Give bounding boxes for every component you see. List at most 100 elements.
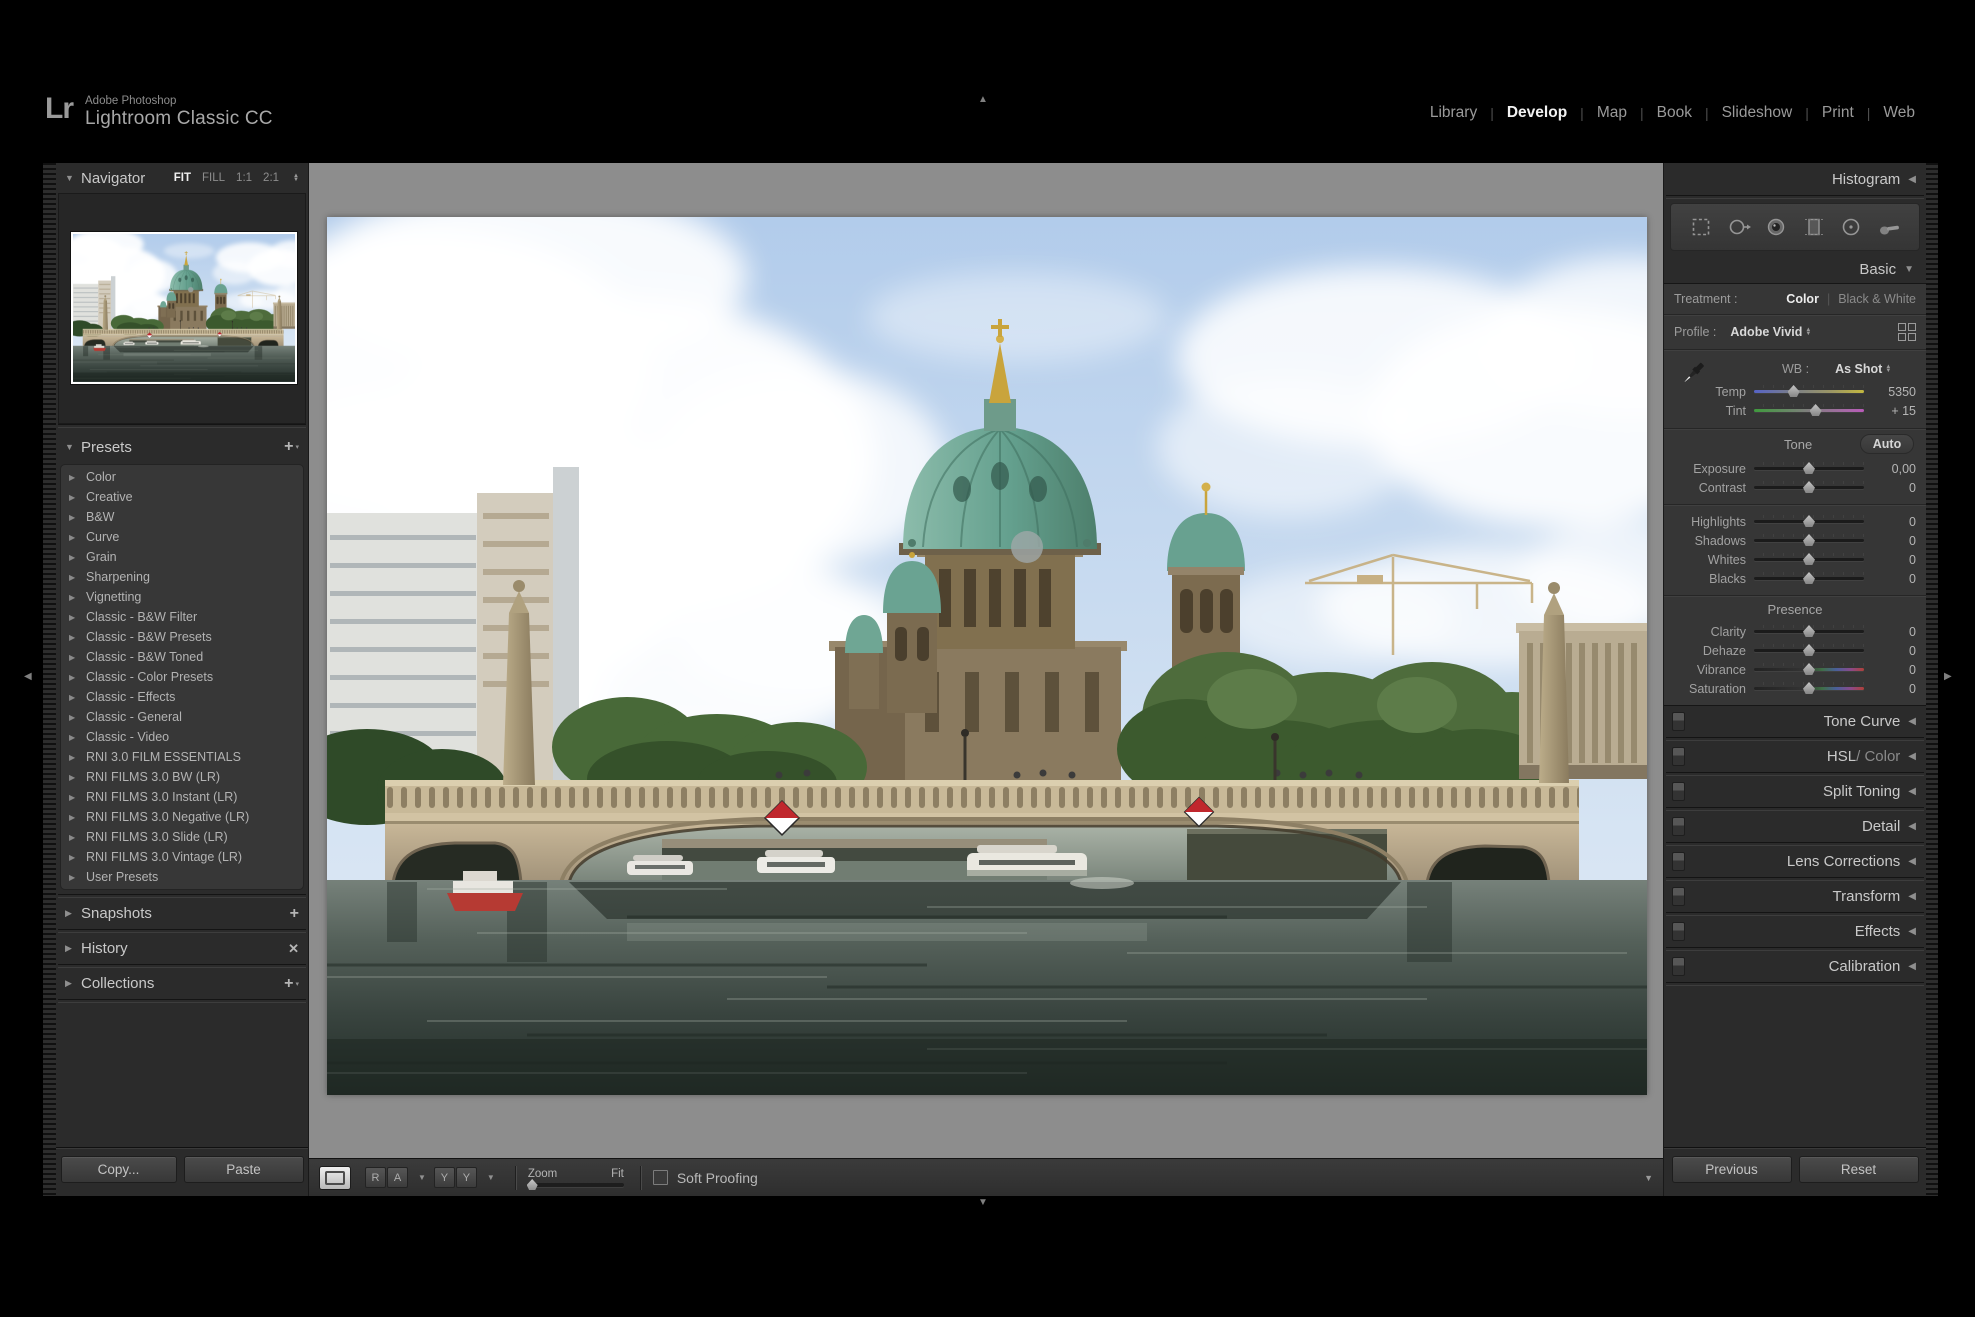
collapse-icon[interactable]: ▶ xyxy=(65,943,81,954)
add-collection-icon[interactable]: + xyxy=(284,977,293,991)
transform-panel-header[interactable]: Transform ◀ xyxy=(1664,881,1926,912)
expand-icon[interactable]: ▶ xyxy=(69,733,86,742)
collapse-icon[interactable]: ◀ xyxy=(1908,174,1916,185)
reference-view-button[interactable]: R xyxy=(365,1167,386,1188)
collapse-icon[interactable]: ◀ xyxy=(1908,926,1916,937)
preset-folder[interactable]: ▶ User Presets xyxy=(61,867,303,887)
preset-folder[interactable]: ▶ Grain xyxy=(61,547,303,567)
panel-toggle-switch[interactable] xyxy=(1672,922,1685,941)
expand-icon[interactable]: ▶ xyxy=(69,793,86,802)
module-book[interactable]: Book xyxy=(1644,104,1705,122)
expand-icon[interactable]: ▶ xyxy=(69,773,86,782)
expand-icon[interactable]: ▶ xyxy=(69,753,86,762)
collapse-left-panel-arrow[interactable]: ◀ xyxy=(24,672,32,682)
crop-overlay-icon[interactable] xyxy=(1686,212,1716,242)
module-slideshow[interactable]: Slideshow xyxy=(1709,104,1806,122)
preset-folder[interactable]: ▶ Classic - B&W Filter xyxy=(61,607,303,627)
preset-folder[interactable]: ▶ RNI FILMS 3.0 Instant (LR) xyxy=(61,787,303,807)
saturation-slider[interactable] xyxy=(1754,687,1864,690)
radial-filter-icon[interactable] xyxy=(1836,212,1866,242)
paste-button[interactable]: Paste xyxy=(184,1156,304,1183)
preset-menu-caret-icon[interactable]: ▾ xyxy=(295,443,299,451)
clarity-slider[interactable] xyxy=(1754,630,1864,633)
expand-icon[interactable]: ▶ xyxy=(69,513,86,522)
zoom-stepper-icon[interactable]: ▲▼ xyxy=(293,174,299,182)
wb-stepper-icon[interactable]: ▲▼ xyxy=(1885,365,1891,373)
preset-folder[interactable]: ▶ RNI FILMS 3.0 Negative (LR) xyxy=(61,807,303,827)
zoom-fill[interactable]: FILL xyxy=(202,172,225,184)
before-after-buttons[interactable]: R A xyxy=(365,1167,408,1188)
module-map[interactable]: Map xyxy=(1584,104,1640,122)
preset-folder[interactable]: ▶ RNI FILMS 3.0 BW (LR) xyxy=(61,767,303,787)
vibrance-slider[interactable] xyxy=(1754,668,1864,671)
zoom-fit[interactable]: FIT xyxy=(174,172,191,184)
panel-toggle-switch[interactable] xyxy=(1672,747,1685,766)
preset-folder[interactable]: ▶ RNI FILMS 3.0 Vintage (LR) xyxy=(61,847,303,867)
basic-panel-header[interactable]: Basic ▼ xyxy=(1664,255,1926,283)
panel-toggle-switch[interactable] xyxy=(1672,817,1685,836)
temp-slider[interactable] xyxy=(1754,390,1864,393)
loupe-view-button[interactable] xyxy=(319,1166,351,1190)
panel-toggle-switch[interactable] xyxy=(1672,712,1685,731)
calibration-panel-header[interactable]: Calibration ◀ xyxy=(1664,951,1926,982)
auto-tone-button[interactable]: Auto xyxy=(1860,434,1914,454)
fit-label[interactable]: Fit xyxy=(611,1168,624,1180)
preset-folder[interactable]: ▶ Classic - B&W Presets xyxy=(61,627,303,647)
adjustment-brush-icon[interactable] xyxy=(1874,212,1904,242)
expand-icon[interactable]: ▶ xyxy=(69,493,86,502)
toolbar-options-caret-icon[interactable]: ▼ xyxy=(1644,1173,1653,1183)
preset-folder[interactable]: ▶ Sharpening xyxy=(61,567,303,587)
treatment-color-option[interactable]: Color xyxy=(1786,292,1819,306)
expand-icon[interactable]: ▶ xyxy=(69,573,86,582)
effects-panel-header[interactable]: Effects ◀ xyxy=(1664,916,1926,947)
panel-toggle-switch[interactable] xyxy=(1672,852,1685,871)
collapse-icon[interactable]: ▼ xyxy=(65,442,81,452)
wb-value[interactable]: As Shot xyxy=(1835,362,1882,376)
show-filmstrip-arrow[interactable]: ▼ xyxy=(978,1198,988,1208)
compare-caret-icon[interactable]: ▼ xyxy=(487,1173,495,1182)
photo-canvas[interactable] xyxy=(327,217,1647,1095)
collapse-icon[interactable]: ▼ xyxy=(1904,264,1914,275)
before-after-left-button[interactable]: Y xyxy=(434,1167,455,1188)
module-develop[interactable]: Develop xyxy=(1494,104,1580,122)
preset-folder[interactable]: ▶ B&W xyxy=(61,507,303,527)
expand-icon[interactable]: ▶ xyxy=(69,593,86,602)
lens-corrections-panel-header[interactable]: Lens Corrections ◀ xyxy=(1664,846,1926,877)
expand-icon[interactable]: ▶ xyxy=(69,853,86,862)
previous-button[interactable]: Previous xyxy=(1672,1156,1792,1183)
before-after-right-button[interactable]: Y xyxy=(456,1167,477,1188)
contrast-slider[interactable] xyxy=(1754,486,1864,489)
module-print[interactable]: Print xyxy=(1809,104,1867,122)
collapse-icon[interactable]: ◀ xyxy=(1908,786,1916,797)
white-balance-eyedropper-icon[interactable] xyxy=(1678,358,1708,393)
left-panel-resize-grip[interactable] xyxy=(43,163,56,1196)
red-eye-correction-icon[interactable] xyxy=(1761,212,1791,242)
zoom-thumb[interactable] xyxy=(527,1179,538,1190)
profile-value[interactable]: Adobe Vivid xyxy=(1730,325,1802,339)
expand-icon[interactable]: ▶ xyxy=(69,713,86,722)
collapse-icon[interactable]: ◀ xyxy=(1908,961,1916,972)
expand-icon[interactable]: ▶ xyxy=(69,873,86,882)
navigator-header[interactable]: ▼ Navigator FIT FILL 1:1 2:1 ▲▼ xyxy=(56,163,308,193)
profile-stepper-icon[interactable]: ▲▼ xyxy=(1805,328,1811,336)
expand-icon[interactable]: ▶ xyxy=(69,673,86,682)
preset-folder[interactable]: ▶ Creative xyxy=(61,487,303,507)
preset-folder[interactable]: ▶ Classic - Effects xyxy=(61,687,303,707)
panel-toggle-switch[interactable] xyxy=(1672,887,1685,906)
collapse-icon[interactable]: ◀ xyxy=(1908,716,1916,727)
presets-header[interactable]: ▼ Presets + ▾ xyxy=(56,432,308,462)
collapse-icon[interactable]: ▶ xyxy=(65,978,81,989)
tone-curve-panel-header[interactable]: Tone Curve ◀ xyxy=(1664,706,1926,737)
active-view-button[interactable]: A xyxy=(387,1167,408,1188)
panel-toggle-switch[interactable] xyxy=(1672,957,1685,976)
preset-folder[interactable]: ▶ Classic - B&W Toned xyxy=(61,647,303,667)
blacks-slider[interactable] xyxy=(1754,577,1864,580)
navigator-thumbnail[interactable] xyxy=(71,232,297,384)
expand-icon[interactable]: ▶ xyxy=(69,833,86,842)
soft-proofing-control[interactable]: Soft Proofing xyxy=(653,1170,758,1186)
zoom-track[interactable] xyxy=(528,1183,624,1187)
preset-folder[interactable]: ▶ Vignetting xyxy=(61,587,303,607)
collapse-icon[interactable]: ▶ xyxy=(65,908,81,919)
reset-button[interactable]: Reset xyxy=(1799,1156,1919,1183)
collapse-icon[interactable]: ◀ xyxy=(1908,891,1916,902)
